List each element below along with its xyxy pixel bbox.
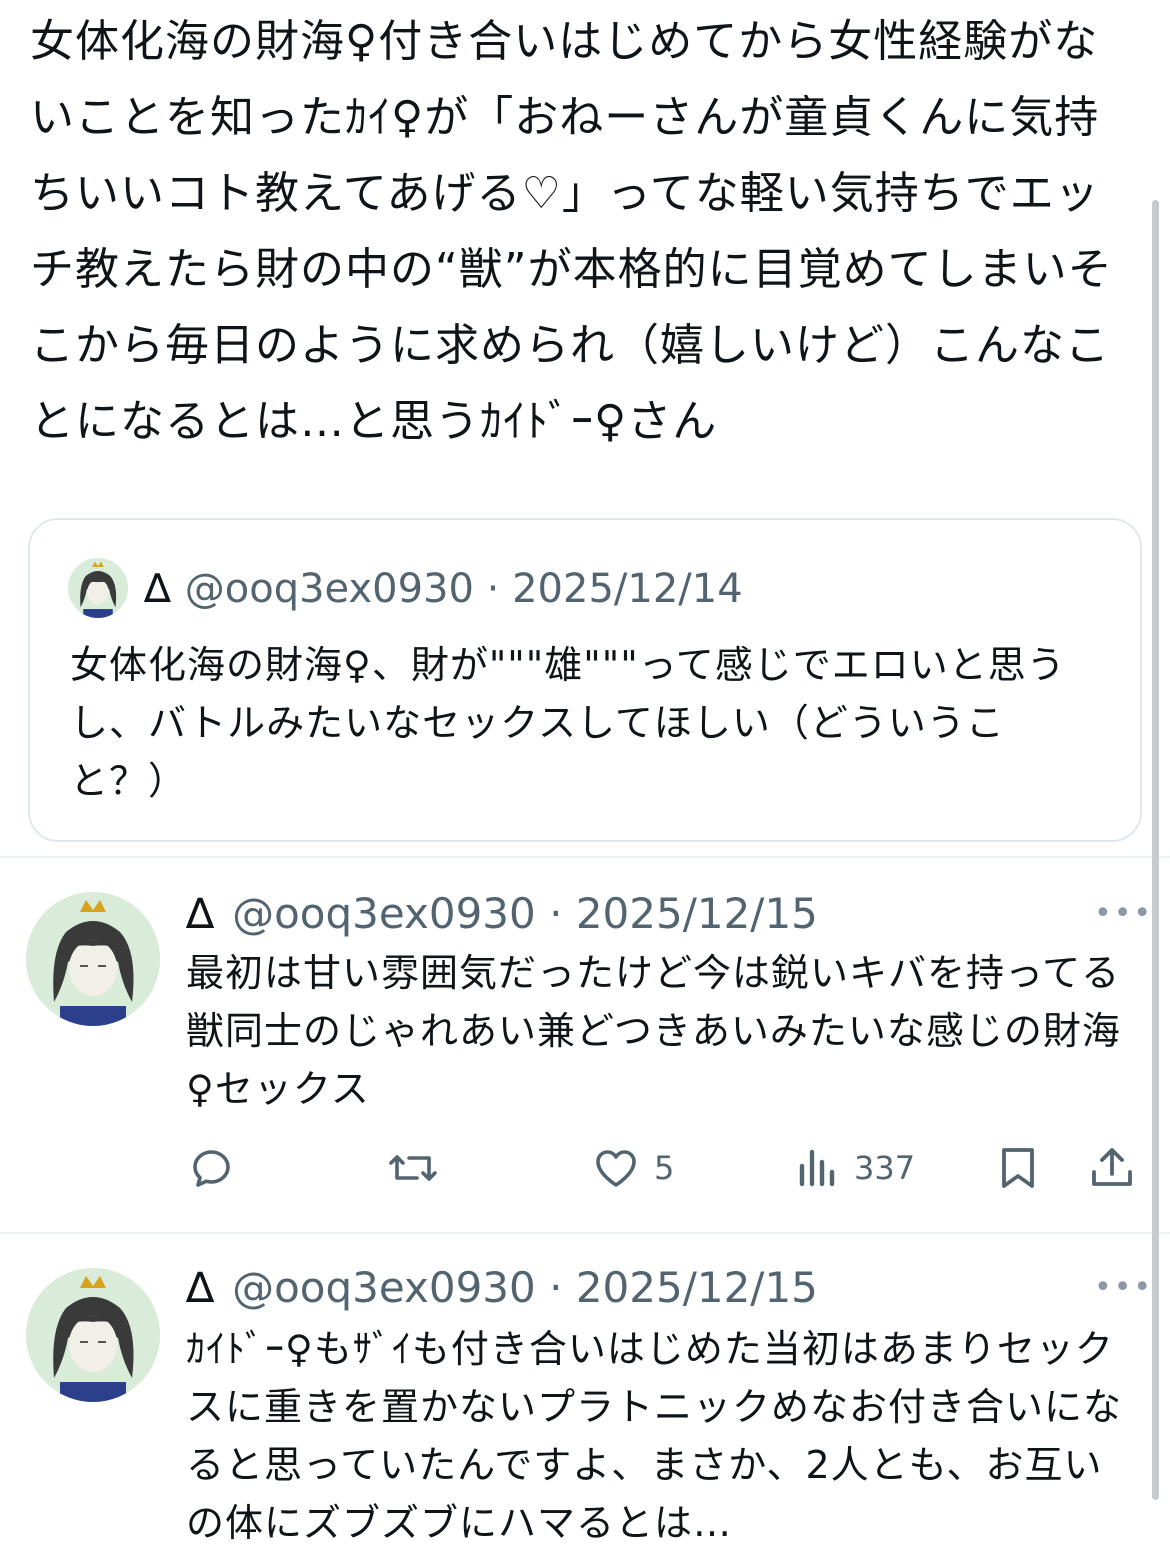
views-button[interactable]: 337 [796,1140,915,1196]
separator: · [549,889,563,938]
quoted-post[interactable]: ∆ @ooq3ex0930 · 2025/12/14 女体化海の財海♀、財が"""… [28,518,1142,842]
user-handle[interactable]: @ooq3ex0930 [232,1263,536,1312]
action-bar: 5 337 [0,1140,1170,1196]
bookmark-button[interactable] [996,1140,1040,1196]
user-handle[interactable]: @ooq3ex0930 [232,889,536,938]
avatar[interactable] [68,558,128,618]
view-count: 337 [854,1149,916,1187]
avatar-image [26,1268,160,1402]
display-name[interactable]: ∆ [144,566,171,612]
post-text: 女体化海の財海♀付き合いはじめてから女性経験がないことを知ったｶｲ♀が「おねーさ… [30,16,1113,447]
post-date[interactable]: 2025/12/14 [512,566,743,612]
reply-header: ∆ @ooq3ex0930 · 2025/12/15 [186,1262,818,1314]
reply-text: 最初は甘い雰囲気だったけど今は鋭いキバを持ってる獣同士のじゃれあい兼どつきあいみ… [186,951,1121,1111]
separator: · [486,566,500,612]
more-options-button[interactable]: ••• [1094,1270,1153,1305]
scrollbar[interactable] [1152,200,1159,1500]
user-handle[interactable]: @ooq3ex0930 [185,566,474,612]
heart-icon [596,1150,636,1187]
avatar-image [68,558,128,618]
share-icon [1092,1148,1132,1186]
reply-icon [193,1150,230,1187]
post-date[interactable]: 2025/12/15 [576,1263,818,1312]
bookmark-icon [1002,1148,1034,1188]
reply-header: ∆ @ooq3ex0930 · 2025/12/15 [186,888,818,940]
like-count: 5 [654,1149,675,1187]
more-options-button[interactable]: ••• [1094,896,1153,931]
repost-icon [389,1155,437,1181]
repost-button[interactable] [386,1140,440,1196]
display-name[interactable]: ∆ [186,889,214,938]
reply-button[interactable] [188,1140,236,1196]
separator: · [549,1263,563,1312]
avatar[interactable] [26,1268,160,1402]
divider [0,856,1170,858]
share-button[interactable] [1088,1140,1136,1196]
post-date[interactable]: 2025/12/15 [576,889,818,938]
display-name[interactable]: ∆ [186,1263,214,1312]
like-button[interactable]: 5 [592,1140,674,1196]
quoted-post-header: ∆ @ooq3ex0930 · 2025/12/14 [144,564,743,614]
reply-text: ｶｲﾄﾞｰ♀もｻﾞｲも付き合いはじめた当初はあまりセックスに重きを置かないプラト… [186,1327,1123,1545]
avatar[interactable] [26,892,160,1026]
quoted-post-text: 女体化海の財海♀、財が"""雄"""って感じでエロいと思うし、バトルみたいなセッ… [70,643,1066,803]
views-icon [799,1149,835,1187]
avatar-image [26,892,160,1026]
divider [0,1232,1170,1234]
